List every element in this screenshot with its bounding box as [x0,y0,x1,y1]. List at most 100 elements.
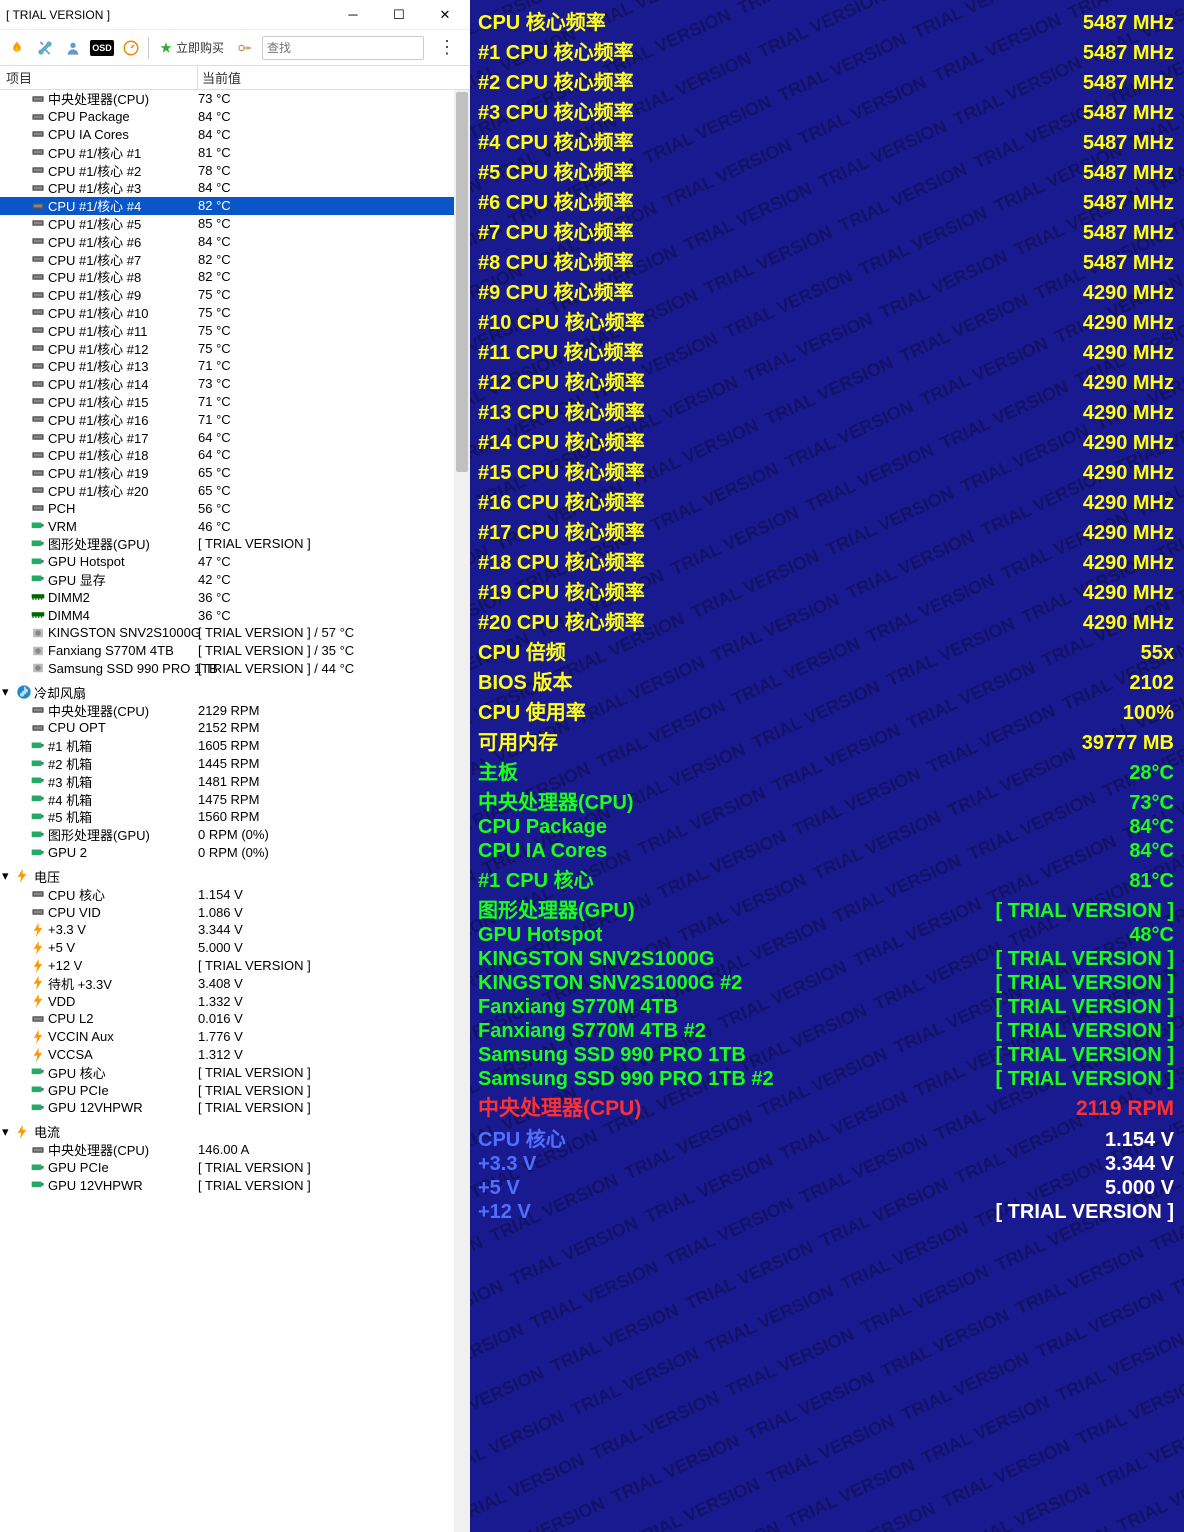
minimize-button[interactable]: ─ [330,1,376,29]
sensor-row[interactable]: CPU #1/核心 #1075 °C [0,304,470,322]
sensor-row[interactable]: CPU #1/核心 #278 °C [0,161,470,179]
sensor-row[interactable]: CPU 核心1.154 V [0,885,470,903]
overflow-menu[interactable]: ⋮ [430,37,464,58]
sensor-tree[interactable]: 中央处理器(CPU)73 °CCPU Package84 °CCPU IA Co… [0,90,470,1532]
group-电压[interactable]: ▾电压 [0,867,470,885]
sensor-row[interactable]: CPU #1/核心 #782 °C [0,250,470,268]
tools-icon[interactable] [34,37,56,59]
osd-value: 84°C [1129,840,1174,863]
sensor-row[interactable]: GPU 12VHPWR[ TRIAL VERSION ] [0,1176,470,1194]
sensor-row[interactable]: CPU IA Cores84 °C [0,126,470,144]
sensor-row[interactable]: VRM46 °C [0,517,470,535]
sensor-row[interactable]: VCCIN Aux1.776 V [0,1028,470,1046]
search-input[interactable] [267,41,419,55]
sensor-row[interactable]: GPU 显存42 °C [0,571,470,589]
sensor-label: +5 V [48,940,75,955]
sensor-row[interactable]: +3.3 V3.344 V [0,921,470,939]
osd-label: #11 CPU 核心频率 [478,336,644,365]
sensor-row[interactable]: GPU 12VHPWR[ TRIAL VERSION ] [0,1099,470,1117]
sensor-row[interactable]: #3 机箱1481 RPM [0,772,470,790]
sensor-row[interactable]: #4 机箱1475 RPM [0,790,470,808]
sensor-row[interactable]: 中央处理器(CPU)146.00 A [0,1141,470,1159]
flame-icon[interactable] [6,37,28,59]
close-button[interactable]: ✕ [422,1,468,29]
sensor-row[interactable]: GPU 20 RPM (0%) [0,844,470,862]
sensor-value: [ TRIAL VERSION ] / 44 °C [198,661,354,676]
bolt-icon [30,1048,46,1062]
sensor-row[interactable]: CPU #1/核心 #1275 °C [0,339,470,357]
sensor-row[interactable]: 中央处理器(CPU)2129 RPM [0,701,470,719]
sensor-row[interactable]: VDD1.332 V [0,992,470,1010]
star-icon [159,41,173,55]
sensor-row[interactable]: DIMM236 °C [0,588,470,606]
sensor-row[interactable]: CPU #1/核心 #1473 °C [0,375,470,393]
osd-icon[interactable]: OSD [90,40,114,56]
title-bar: [ TRIAL VERSION ] ─ ☐ ✕ [0,0,470,30]
group-电流[interactable]: ▾电流 [0,1123,470,1141]
sensor-row[interactable]: DIMM436 °C [0,606,470,624]
osd-label: KINGSTON SNV2S1000G [478,948,714,971]
sensor-row[interactable]: CPU Package84 °C [0,108,470,126]
sensor-row[interactable]: GPU Hotspot47 °C [0,553,470,571]
sensor-value: 73 °C [198,91,231,106]
sensor-row[interactable]: Samsung SSD 990 PRO 1TB[ TRIAL VERSION ]… [0,660,470,678]
expand-icon[interactable]: ▾ [2,684,16,700]
sensor-row[interactable]: CPU #1/核心 #975 °C [0,286,470,304]
sensor-row[interactable]: VCCSA1.312 V [0,1046,470,1064]
sensor-row[interactable]: CPU #1/核心 #1864 °C [0,446,470,464]
sensor-row[interactable]: GPU PCIe[ TRIAL VERSION ] [0,1081,470,1099]
sensor-row[interactable]: 中央处理器(CPU)73 °C [0,90,470,108]
sensor-row[interactable]: CPU #1/核心 #684 °C [0,232,470,250]
col-name-header[interactable]: 项目 [0,66,198,89]
card-icon [30,573,46,585]
chip-icon [30,361,46,371]
sensor-row[interactable]: Fanxiang S770M 4TB[ TRIAL VERSION ] / 35… [0,642,470,660]
sensor-row[interactable]: CPU OPT2152 RPM [0,719,470,737]
sensor-row[interactable]: 待机 +3.3V3.408 V [0,974,470,992]
chip-icon [30,379,46,389]
sensor-row[interactable]: CPU #1/核心 #1175 °C [0,321,470,339]
group-冷却风扇[interactable]: ▾冷却风扇 [0,683,470,701]
sensor-row[interactable]: CPU L20.016 V [0,1010,470,1028]
sensor-row[interactable]: 图形处理器(GPU)[ TRIAL VERSION ] [0,535,470,553]
sensor-row[interactable]: #1 机箱1605 RPM [0,737,470,755]
search-box[interactable] [262,36,424,60]
sensor-row[interactable]: CPU VID1.086 V [0,903,470,921]
sensor-row[interactable]: 图形处理器(GPU)0 RPM (0%) [0,826,470,844]
sensor-row[interactable]: CPU #1/核心 #482 °C [0,197,470,215]
sensor-row[interactable]: CPU #1/核心 #2065 °C [0,482,470,500]
expand-icon[interactable]: ▾ [2,1124,16,1140]
sensor-row[interactable]: PCH56 °C [0,499,470,517]
key-icon[interactable] [234,37,256,59]
chip-icon [30,503,46,513]
sensor-row[interactable]: CPU #1/核心 #585 °C [0,215,470,233]
sensor-row[interactable]: CPU #1/核心 #1965 °C [0,464,470,482]
sensor-row[interactable]: CPU #1/核心 #1371 °C [0,357,470,375]
sensor-row[interactable]: CPU #1/核心 #181 °C [0,143,470,161]
sensor-row[interactable]: CPU #1/核心 #1764 °C [0,428,470,446]
user-icon[interactable] [62,37,84,59]
buy-now-button[interactable]: 立即购买 [155,39,228,56]
sensor-row[interactable]: KINGSTON SNV2S1000G[ TRIAL VERSION ] / 5… [0,624,470,642]
sensor-row[interactable]: CPU #1/核心 #384 °C [0,179,470,197]
osd-label: #7 CPU 核心频率 [478,216,634,245]
sensor-row[interactable]: #5 机箱1560 RPM [0,808,470,826]
col-value-header[interactable]: 当前值 [198,68,470,87]
expand-icon[interactable]: ▾ [2,868,16,884]
sensor-row[interactable]: GPU 核心[ TRIAL VERSION ] [0,1063,470,1081]
sensor-row[interactable]: GPU PCIe[ TRIAL VERSION ] [0,1159,470,1177]
sensor-value: 5.000 V [198,940,243,955]
sensor-row[interactable]: +5 V 5.000 V [0,939,470,957]
sensor-row[interactable]: +12 V[ TRIAL VERSION ] [0,957,470,975]
osd-row: 中央处理器(CPU)2119 RPM [478,1092,1174,1122]
maximize-button[interactable]: ☐ [376,1,422,29]
scrollbar-thumb[interactable] [456,92,468,472]
sensor-row[interactable]: CPU #1/核心 #1671 °C [0,410,470,428]
scrollbar[interactable] [454,90,470,1532]
sensor-value: 1475 RPM [198,792,259,807]
chip-icon [30,147,46,157]
sensor-row[interactable]: CPU #1/核心 #882 °C [0,268,470,286]
sensor-row[interactable]: #2 机箱1445 RPM [0,755,470,773]
gauge-icon[interactable] [120,37,142,59]
sensor-row[interactable]: CPU #1/核心 #1571 °C [0,393,470,411]
